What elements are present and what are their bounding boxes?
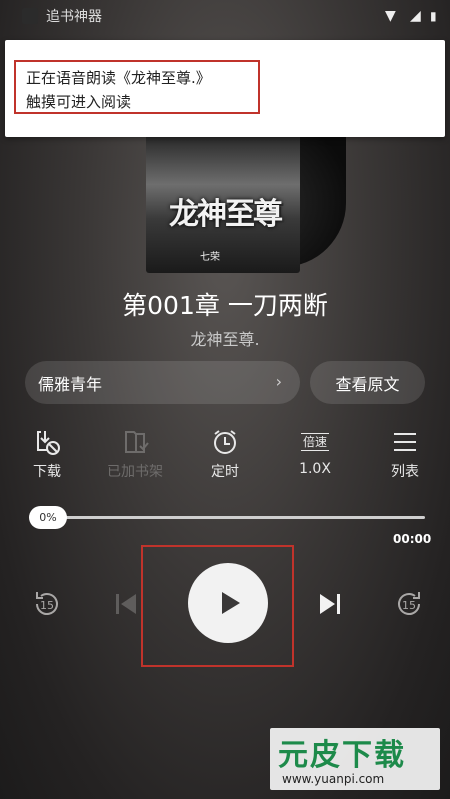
reading-notification[interactable]: 正在语音朗读《龙神至尊.》 触摸可进入阅读: [5, 40, 445, 137]
album-cover: 龙神至尊 七荣: [146, 107, 348, 273]
voice-label: 儒雅青年: [38, 374, 103, 394]
progress-bar[interactable]: [34, 516, 425, 519]
forward-15-icon: 15: [398, 592, 420, 615]
book-name: 龙神至尊.: [190, 330, 260, 349]
elapsed-time: 00:00: [393, 532, 432, 546]
forward-seconds: 15: [402, 599, 416, 612]
wifi-icon: ▼: [385, 8, 396, 24]
cover-title: 龙神至尊: [169, 197, 283, 232]
timer-label: 定时: [211, 464, 239, 480]
list-button[interactable]: 列表: [365, 428, 445, 481]
view-original-button[interactable]: 查看原文: [310, 361, 425, 404]
bookshelf-icon: [95, 428, 175, 456]
app-name: 追书神器: [46, 9, 102, 25]
alarm-clock-icon: [185, 428, 265, 456]
skip-next-icon: [320, 594, 340, 614]
watermark-url: www.yuanpi.com: [282, 772, 385, 786]
notification-line-2: 触摸可进入阅读: [26, 93, 132, 111]
bookshelf-label: 已加书架: [107, 464, 163, 480]
list-label: 列表: [391, 464, 419, 480]
progress-thumb[interactable]: 0%: [29, 506, 67, 529]
notification-line-1: 正在语音朗读《龙神至尊.》: [26, 69, 211, 87]
speed-icon: 倍速: [275, 428, 355, 456]
rewind-seconds: 15: [40, 599, 54, 612]
previous-chapter-button[interactable]: [107, 585, 145, 623]
speed-icon-text: 倍速: [300, 433, 329, 451]
app-icon: [22, 8, 38, 24]
voice-selector-button[interactable]: 儒雅青年 ›: [25, 361, 300, 404]
watermark-logo: 元皮下载: [278, 738, 406, 773]
status-bar: 追书神器 ▼ ◢ ▮: [0, 0, 450, 32]
timer-button[interactable]: 定时: [185, 428, 265, 481]
play-highlight-box: [141, 545, 294, 667]
speed-button[interactable]: 倍速 1.0X: [275, 428, 355, 477]
battery-icon: ▮: [430, 9, 437, 23]
book-cover: 龙神至尊 七荣: [146, 137, 300, 273]
chevron-right-icon: ›: [275, 372, 282, 391]
forward-15-button[interactable]: 15: [390, 585, 428, 623]
list-icon: [365, 428, 445, 456]
signal-icon: ◢: [410, 8, 421, 24]
next-chapter-button[interactable]: [311, 585, 349, 623]
watermark: 元皮下载 www.yuanpi.com: [270, 728, 440, 790]
rewind-15-button[interactable]: 15: [28, 585, 66, 623]
chapter-title: 第001章 一刀两断: [122, 291, 328, 320]
speed-label: 1.0X: [299, 461, 331, 477]
skip-previous-icon: [116, 594, 136, 614]
download-label: 下载: [33, 464, 61, 480]
notification-highlight: 正在语音朗读《龙神至尊.》 触摸可进入阅读: [14, 60, 260, 114]
rewind-15-icon: 15: [36, 592, 58, 615]
add-to-bookshelf-button[interactable]: 已加书架: [95, 428, 175, 481]
download-button[interactable]: 下载: [7, 428, 87, 481]
cover-author: 七荣: [200, 252, 220, 263]
download-icon: [7, 428, 87, 456]
